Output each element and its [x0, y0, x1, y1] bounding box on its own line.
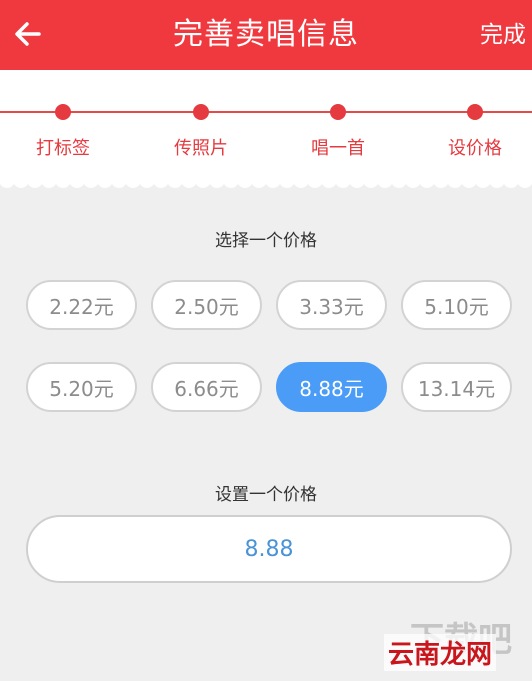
watermark-badge: 云南龙网 — [383, 634, 496, 671]
price-option-7[interactable]: 8.88元 — [276, 362, 387, 412]
price-option-4[interactable]: 5.10元 — [401, 280, 512, 330]
step-line — [0, 111, 532, 113]
page-title: 完善卖唱信息 — [173, 17, 359, 52]
step-dot-2 — [193, 104, 209, 120]
select-price-title: 选择一个价格 — [215, 231, 317, 251]
scalloped-divider — [0, 180, 532, 194]
price-option-1[interactable]: 2.22元 — [26, 280, 137, 330]
step-dot-1 — [55, 104, 71, 120]
custom-price-title: 设置一个价格 — [215, 485, 317, 505]
step-dot-4 — [467, 104, 483, 120]
custom-price-input[interactable]: 8.88 — [26, 515, 512, 583]
price-option-5[interactable]: 5.20元 — [26, 362, 137, 412]
done-button[interactable]: 完成 — [480, 0, 526, 70]
step-label-sing: 唱一首 — [311, 138, 365, 159]
price-option-2[interactable]: 2.50元 — [151, 280, 262, 330]
step-dot-3 — [330, 104, 346, 120]
top-bar: 完善卖唱信息 完成 — [0, 0, 532, 70]
step-label-tag: 打标签 — [36, 138, 90, 159]
step-label-photo: 传照片 — [174, 138, 228, 159]
price-option-6[interactable]: 6.66元 — [151, 362, 262, 412]
price-option-8[interactable]: 13.14元 — [401, 362, 512, 412]
step-label-price: 设价格 — [448, 138, 502, 159]
price-option-3[interactable]: 3.33元 — [276, 280, 387, 330]
step-progress: 打标签 传照片 唱一首 设价格 — [0, 70, 532, 188]
